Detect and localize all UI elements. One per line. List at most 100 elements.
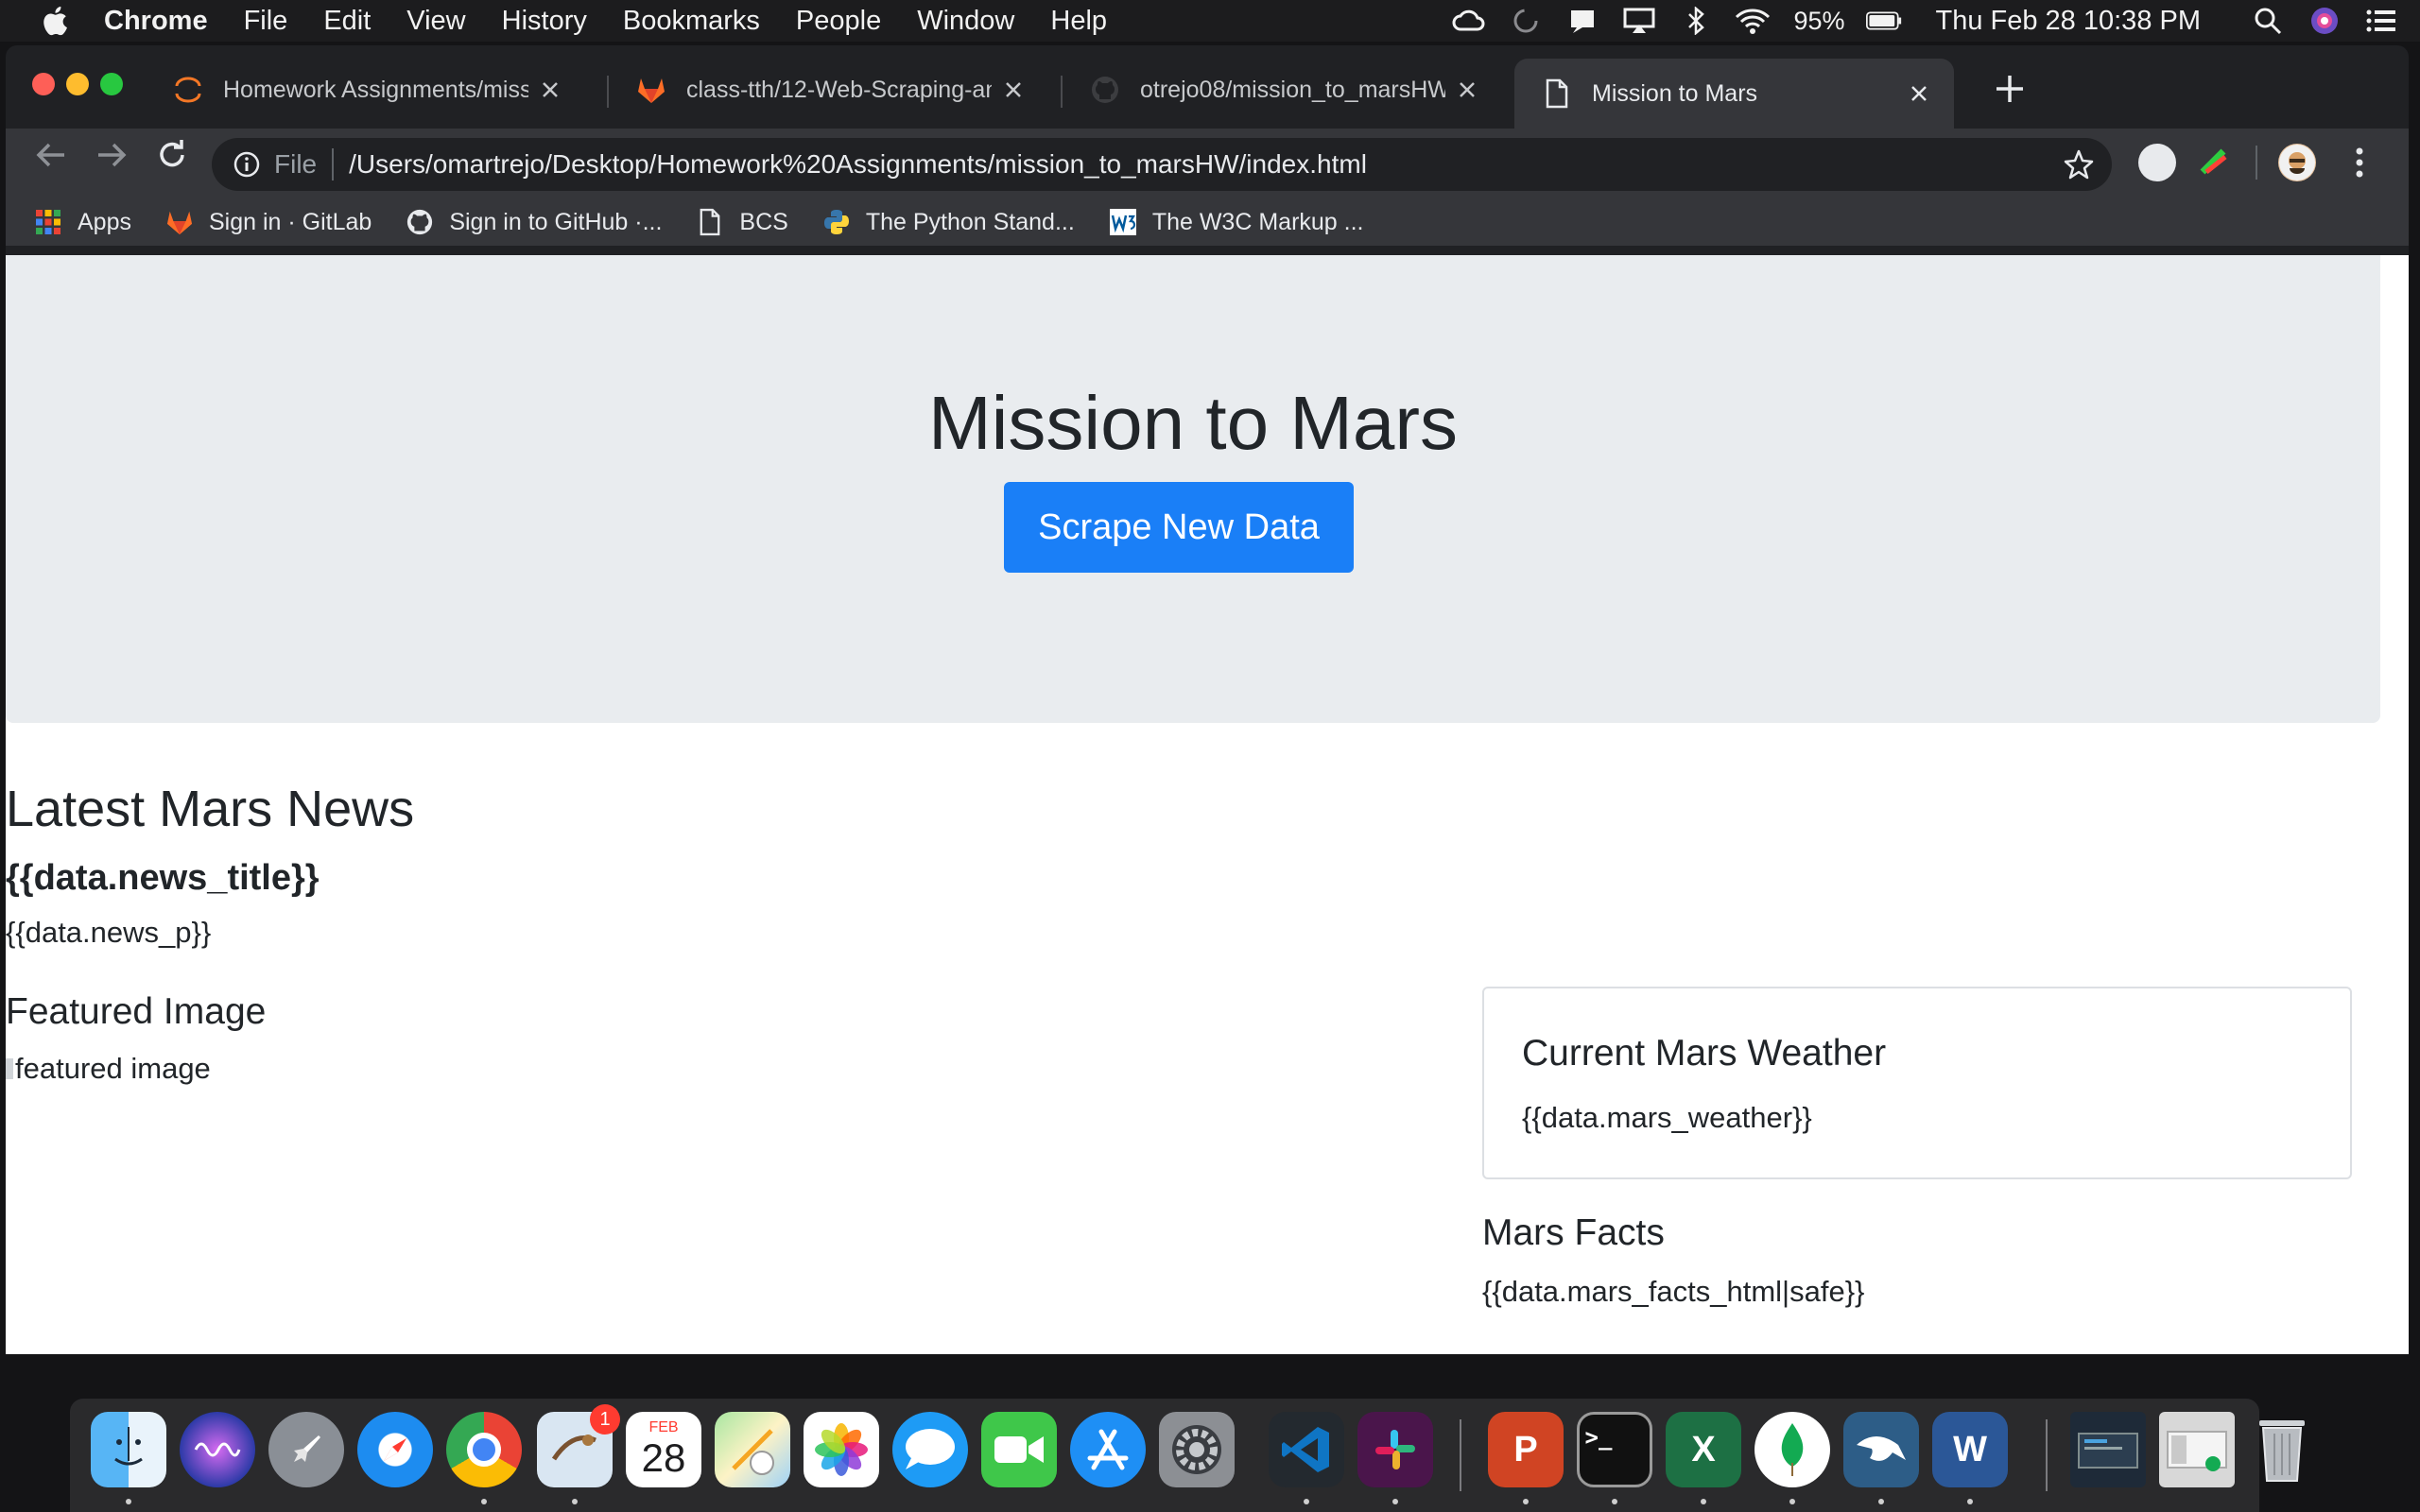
scrape-new-data-button[interactable]: Scrape New Data — [1004, 482, 1354, 573]
sync-spinner-icon[interactable] — [1508, 7, 1544, 35]
vscode-icon[interactable] — [1269, 1412, 1344, 1487]
page-title: Mission to Mars — [927, 381, 1459, 465]
documents-stack-icon[interactable] — [2159, 1412, 2235, 1487]
apple-logo-icon[interactable] — [38, 4, 76, 38]
messages-icon[interactable] — [892, 1412, 968, 1487]
mail-icon[interactable]: 1 — [537, 1404, 620, 1487]
siri-icon[interactable] — [180, 1412, 255, 1487]
photos-icon[interactable] — [804, 1412, 879, 1487]
tab-title: otrejo08/mission_to_marsHW — [1140, 76, 1445, 103]
terminal-icon[interactable]: >_ — [1577, 1412, 1652, 1487]
downloads-stack-icon[interactable] — [2070, 1412, 2146, 1487]
forward-arrow-icon[interactable] — [95, 138, 129, 172]
bookmark-label: BCS — [739, 208, 788, 235]
bookmark-python[interactable]: The Python Stand... — [822, 208, 1075, 236]
bookmark-label: The W3C Markup ... — [1151, 208, 1364, 235]
menu-edit[interactable]: Edit — [323, 6, 371, 37]
zoom-window-button[interactable] — [100, 73, 123, 95]
trash-icon[interactable] — [2244, 1412, 2320, 1487]
tab-mission-to-mars[interactable]: Mission to Mars — [1514, 59, 1954, 129]
weather-heading: Current Mars Weather — [1522, 1033, 1887, 1074]
calendar-day: 28 — [641, 1435, 686, 1480]
bookmark-bcs[interactable]: BCS — [696, 208, 788, 236]
menu-help[interactable]: Help — [1050, 6, 1107, 37]
minimize-window-button[interactable] — [66, 73, 89, 95]
running-indicator — [572, 1499, 578, 1504]
slack-icon[interactable] — [1357, 1412, 1433, 1487]
url-text[interactable]: /Users/omartrejo/Desktop/Homework%20Assi… — [349, 149, 2063, 180]
weather-value: {{data.mars_weather}} — [1522, 1101, 1812, 1134]
menu-history[interactable]: History — [502, 6, 587, 37]
excel-icon[interactable]: X — [1666, 1412, 1741, 1487]
menu-window[interactable]: Window — [917, 6, 1014, 37]
menu-people[interactable]: People — [796, 6, 881, 37]
bookmarks-bar: Apps Sign in · GitLab Sign in to GitHub … — [6, 198, 2409, 246]
chrome-window: Homework Assignments/missio class-tth/12… — [6, 45, 2409, 1354]
mars-weather-card: Current Mars Weather {{data.mars_weather… — [1482, 987, 2352, 1179]
close-tab-icon[interactable] — [1907, 81, 1931, 106]
calendar-icon[interactable]: FEB 28 — [626, 1412, 701, 1487]
bookmark-github[interactable]: Sign in to GitHub ·... — [406, 208, 662, 236]
extension-circle-icon[interactable] — [2138, 144, 2176, 181]
page-viewport: Mission to Mars Scrape New Data Latest M… — [6, 255, 2409, 1354]
mongodb-compass-icon[interactable] — [1754, 1412, 1830, 1487]
news-paragraph: {{data.news_p}} — [6, 916, 212, 949]
notification-bell-icon[interactable] — [1564, 7, 1600, 35]
address-bar[interactable]: File /Users/omartrejo/Desktop/Homework%2… — [212, 138, 2112, 191]
macos-dock: 1 FEB 28 P >_ X W — [70, 1399, 2305, 1512]
new-tab-plus-icon[interactable] — [1991, 70, 2029, 108]
maps-icon[interactable] — [715, 1412, 790, 1487]
close-tab-icon[interactable] — [1001, 77, 1026, 102]
bluetooth-icon[interactable] — [1678, 7, 1714, 35]
spotlight-search-icon[interactable] — [2250, 7, 2286, 35]
running-indicator — [1789, 1499, 1795, 1504]
mysql-workbench-icon[interactable] — [1843, 1412, 1919, 1487]
site-info-icon[interactable] — [233, 150, 261, 179]
close-window-button[interactable] — [32, 73, 55, 95]
bookmark-gitlab[interactable]: Sign in · GitLab — [165, 208, 372, 236]
calendar-month: FEB — [648, 1419, 679, 1435]
finder-icon[interactable] — [91, 1412, 166, 1487]
news-title: {{data.news_title}} — [6, 858, 320, 898]
back-arrow-icon[interactable] — [34, 138, 68, 172]
bookmark-label: Apps — [78, 208, 131, 235]
github-icon — [406, 208, 434, 236]
creative-cloud-icon[interactable] — [1451, 7, 1487, 35]
chrome-menu-icon[interactable] — [2354, 144, 2365, 181]
tab-homework-assignments[interactable]: Homework Assignments/missio — [146, 59, 585, 121]
file-icon — [1541, 77, 1573, 110]
mars-facts-table: {{data.mars_facts_html|safe}} — [1482, 1275, 1865, 1308]
airplay-icon[interactable] — [1621, 7, 1657, 35]
wifi-icon[interactable] — [1735, 7, 1771, 35]
powerpoint-icon[interactable]: P — [1488, 1412, 1564, 1487]
tab-class-tth[interactable]: class-tth/12-Web-Scraping-an — [609, 59, 1048, 121]
menu-bookmarks[interactable]: Bookmarks — [623, 6, 760, 37]
macos-menu-bar: Chrome File Edit View History Bookmarks … — [0, 0, 2420, 42]
bookmark-star-icon[interactable] — [2063, 148, 2095, 180]
battery-icon[interactable] — [1865, 7, 1902, 35]
close-tab-icon[interactable] — [1455, 77, 1479, 102]
close-tab-icon[interactable] — [538, 77, 562, 102]
extension-color-icon[interactable] — [2195, 144, 2233, 181]
bookmark-apps[interactable]: Apps — [34, 208, 131, 236]
safari-icon[interactable] — [357, 1412, 433, 1487]
bookmark-w3c[interactable]: The W3C Markup ... — [1109, 208, 1364, 236]
launchpad-icon[interactable] — [268, 1412, 344, 1487]
system-preferences-icon[interactable] — [1159, 1412, 1235, 1487]
menu-app-name[interactable]: Chrome — [104, 6, 208, 37]
notification-center-icon[interactable] — [2363, 7, 2399, 35]
featured-image-heading: Featured Image — [6, 991, 267, 1032]
url-scheme: File — [274, 149, 318, 179]
menu-view[interactable]: View — [406, 6, 465, 37]
app-store-icon[interactable] — [1070, 1412, 1146, 1487]
tab-strip: Homework Assignments/missio class-tth/12… — [6, 45, 2409, 129]
profile-avatar[interactable] — [2278, 144, 2316, 181]
siri-icon[interactable] — [2307, 7, 2342, 35]
reload-icon[interactable] — [155, 138, 189, 172]
tab-github-repo[interactable]: otrejo08/mission_to_marsHW — [1063, 59, 1502, 121]
google-chrome-icon[interactable] — [446, 1412, 522, 1487]
word-icon[interactable]: W — [1932, 1412, 2008, 1487]
menu-file[interactable]: File — [244, 6, 288, 37]
facetime-icon[interactable] — [981, 1412, 1057, 1487]
menubar-clock[interactable]: Thu Feb 28 10:38 PM — [1936, 6, 2202, 37]
